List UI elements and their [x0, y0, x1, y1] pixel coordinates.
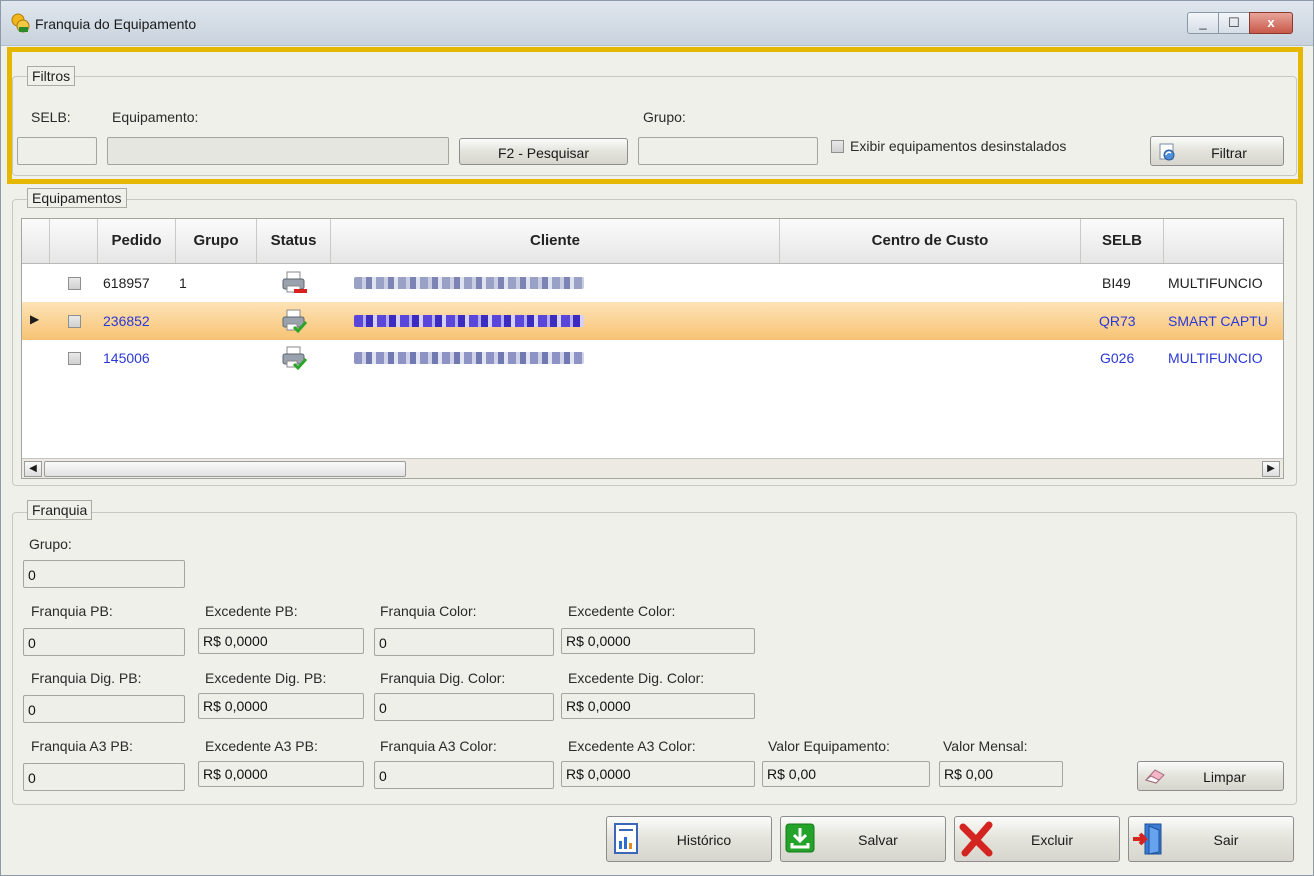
printer-ok-icon [282, 309, 308, 334]
grupo-filter-input[interactable] [638, 137, 818, 165]
cliente-redacted [354, 315, 584, 327]
franquia-pb-label: Franquia PB: [31, 603, 113, 619]
minimize-button[interactable]: _ [1187, 12, 1219, 34]
excedente-dig-pb-label: Excedente Dig. PB: [205, 670, 327, 686]
maximize-button[interactable]: ☐ [1218, 12, 1250, 34]
scroll-left-icon[interactable]: ◀ [24, 461, 42, 477]
excedente-dig-color-label: Excedente Dig. Color: [568, 670, 705, 686]
header-cliente[interactable]: Cliente [331, 219, 780, 263]
franquia-a3-color-label: Franquia A3 Color: [380, 738, 497, 754]
header-centro-de-custo[interactable]: Centro de Custo [780, 219, 1081, 263]
row-checkbox[interactable] [68, 315, 81, 328]
franquia-grupo-label: Grupo: [29, 536, 72, 552]
header-checkbox [50, 219, 98, 263]
selb-input[interactable] [17, 137, 97, 165]
scroll-thumb[interactable] [44, 461, 406, 477]
scroll-right-icon[interactable]: ▶ [1262, 461, 1280, 477]
header-extra[interactable] [1164, 219, 1283, 263]
excedente-pb-label: Excedente PB: [205, 603, 298, 619]
table-row[interactable]: 618957 1 BI49 MULTIFUNCIO [22, 265, 1283, 301]
header-row-indicator [22, 219, 50, 263]
equipamento-label: Equipamento: [112, 109, 199, 125]
excedente-dig-pb-input[interactable]: R$ 0,0000 [198, 693, 364, 719]
franquia-a3-color-input[interactable]: 0 [374, 761, 554, 789]
exibir-desinstalados-label[interactable]: Exibir equipamentos desinstalados [850, 138, 1066, 154]
cell-pedido: 618957 [103, 275, 150, 291]
header-status[interactable]: Status [257, 219, 331, 263]
row-checkbox[interactable] [68, 277, 81, 290]
filtros-legend: Filtros [27, 66, 76, 86]
franquia-dig-pb-input[interactable]: 0 [23, 695, 185, 723]
eraser-icon [1144, 769, 1165, 784]
cell-selb: BI49 [1102, 275, 1131, 291]
cell-grupo: 1 [179, 275, 187, 291]
header-selb[interactable]: SELB [1081, 219, 1164, 263]
cell-extra: MULTIFUNCIO [1168, 350, 1263, 366]
printer-removed-icon [282, 271, 307, 293]
cliente-redacted [354, 277, 584, 289]
horizontal-scrollbar[interactable]: ◀ ▶ [22, 458, 1283, 478]
historico-button[interactable]: Histórico [606, 816, 772, 862]
franquia-dig-color-input[interactable]: 0 [374, 693, 554, 721]
maximize-icon: ☐ [1228, 15, 1240, 30]
close-button[interactable]: x [1249, 12, 1293, 34]
grid-header: Pedido Grupo Status Cliente Centro de Cu… [22, 219, 1283, 264]
table-row[interactable]: 145006 G026 MULTIFUNCIO [22, 340, 1283, 376]
minimize-icon: _ [1199, 15, 1207, 30]
row-checkbox[interactable] [68, 352, 81, 365]
filtrar-button[interactable]: Filtrar [1150, 136, 1284, 166]
excedente-a3-pb-label: Excedente A3 PB: [205, 738, 318, 754]
franquia-grupo-input[interactable]: 0 [23, 560, 185, 588]
cell-extra: SMART CAPTU [1168, 313, 1268, 329]
valor-mensal-input[interactable]: R$ 0,00 [939, 761, 1063, 787]
franquia-color-label: Franquia Color: [380, 603, 477, 619]
printer-ok-icon [282, 346, 308, 371]
excedente-pb-input[interactable]: R$ 0,0000 [198, 628, 364, 654]
equipamentos-grid[interactable]: Pedido Grupo Status Cliente Centro de Cu… [21, 218, 1284, 479]
excluir-button[interactable]: Excluir [954, 816, 1120, 862]
franquia-a3-pb-label: Franquia A3 PB: [31, 738, 133, 754]
app-logo-icon [11, 13, 30, 33]
excedente-dig-color-input[interactable]: R$ 0,0000 [561, 693, 755, 719]
main-window: Franquia do Equipamento _ ☐ x Filtros SE… [0, 0, 1314, 876]
excedente-a3-pb-input[interactable]: R$ 0,0000 [198, 761, 364, 787]
grupo-filter-label: Grupo: [643, 109, 686, 125]
valor-mensal-label: Valor Mensal: [943, 738, 1028, 754]
close-icon: x [1267, 15, 1275, 30]
franquia-color-input[interactable]: 0 [374, 628, 554, 656]
franquia-dig-color-label: Franquia Dig. Color: [380, 670, 506, 686]
cliente-redacted [354, 352, 584, 364]
window-title: Franquia do Equipamento [35, 16, 197, 32]
selb-label: SELB: [31, 109, 71, 125]
excedente-color-input[interactable]: R$ 0,0000 [561, 628, 755, 654]
table-row-selected[interactable]: ▶ 236852 QR73 SMART CAPTU [22, 302, 1283, 340]
row-pointer-icon: ▶ [30, 312, 40, 326]
cell-pedido: 236852 [103, 313, 150, 329]
cell-selb: G026 [1100, 350, 1135, 366]
valor-equipamento-input[interactable]: R$ 0,00 [762, 761, 930, 787]
exibir-desinstalados-checkbox[interactable] [831, 140, 844, 153]
excedente-color-label: Excedente Color: [568, 603, 676, 619]
equipamento-input[interactable] [107, 137, 449, 165]
sair-button[interactable]: Sair [1128, 816, 1294, 862]
limpar-button[interactable]: Limpar [1137, 761, 1284, 791]
salvar-button[interactable]: Salvar [780, 816, 946, 862]
franquia-a3-pb-input[interactable]: 0 [23, 763, 185, 791]
valor-equipamento-label: Valor Equipamento: [768, 738, 890, 754]
cell-extra: MULTIFUNCIO [1168, 275, 1263, 291]
pesquisar-button[interactable]: F2 - Pesquisar [459, 138, 628, 165]
header-grupo[interactable]: Grupo [176, 219, 257, 263]
cell-selb: QR73 [1099, 313, 1136, 329]
franquia-dig-pb-label: Franquia Dig. PB: [31, 670, 142, 686]
excedente-a3-color-input[interactable]: R$ 0,0000 [561, 761, 755, 787]
franquia-legend: Franquia [27, 500, 93, 520]
equipamentos-legend: Equipamentos [27, 188, 127, 208]
excedente-a3-color-label: Excedente A3 Color: [568, 738, 696, 754]
header-pedido[interactable]: Pedido [98, 219, 176, 263]
cell-pedido: 145006 [103, 350, 150, 366]
title-bar[interactable]: Franquia do Equipamento _ ☐ x [1, 1, 1313, 46]
franquia-pb-input[interactable]: 0 [23, 628, 185, 656]
